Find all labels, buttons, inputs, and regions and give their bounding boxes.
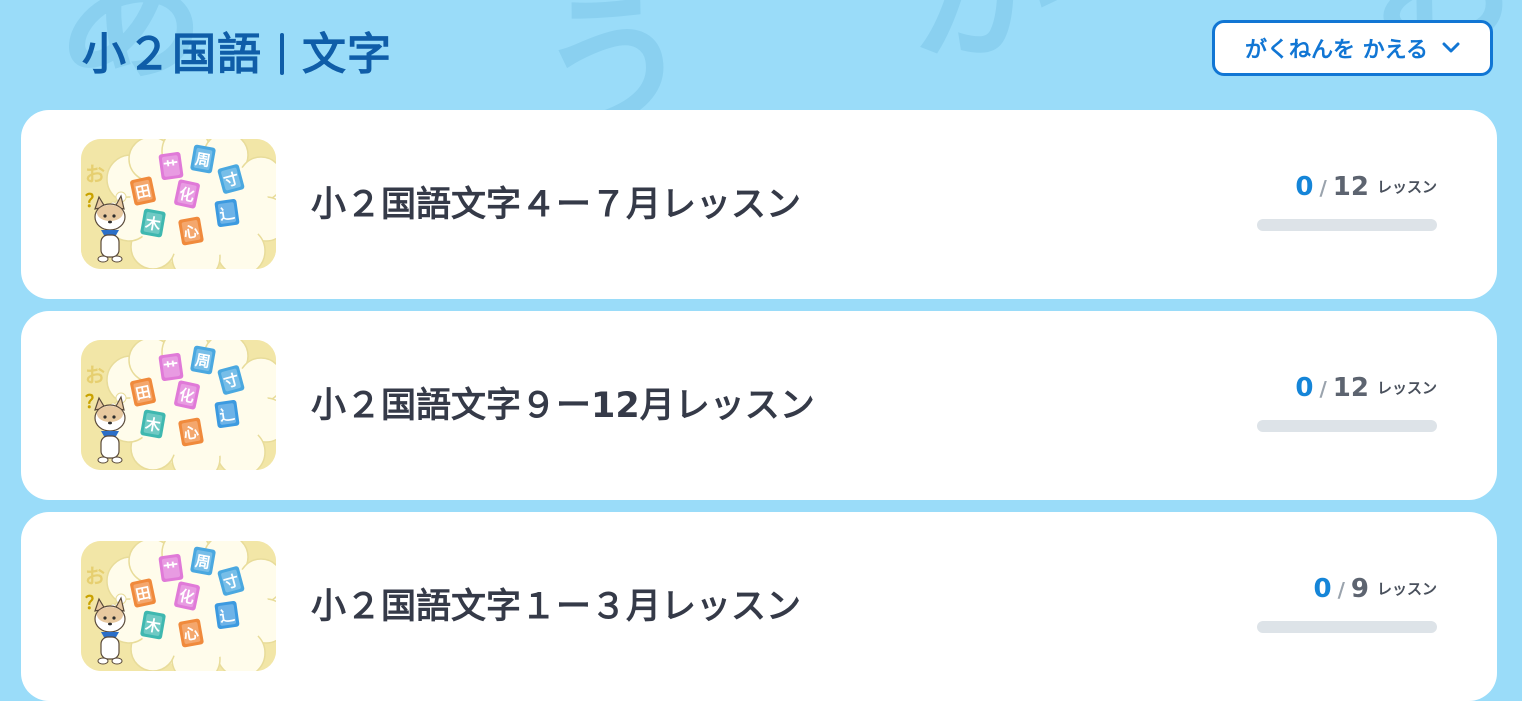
- lessons-done: 0: [1295, 172, 1314, 202]
- lessons-unit: レッスン: [1376, 178, 1437, 196]
- lessons-done: 0: [1295, 373, 1314, 403]
- progress-bar: [1257, 621, 1437, 633]
- course-title: 小２国語文字９ー12月レッスン: [311, 386, 815, 426]
- svg-text:周: 周: [194, 552, 212, 572]
- svg-text:辶: 辶: [218, 606, 235, 626]
- lessons-total: 12: [1332, 373, 1369, 403]
- course-thumbnail: お？田艹周寸化木心辶: [81, 139, 276, 269]
- svg-text:周: 周: [194, 150, 212, 170]
- page-title-category: 文字: [302, 29, 392, 80]
- lessons-total: 12: [1332, 172, 1369, 202]
- svg-text:艹: 艹: [162, 157, 179, 177]
- svg-text:周: 周: [194, 351, 212, 371]
- lessons-unit: レッスン: [1376, 379, 1437, 397]
- lessons-unit: レッスン: [1376, 580, 1437, 598]
- svg-text:艹: 艹: [162, 559, 179, 579]
- lesson-progress: 0/12 レッスン: [1257, 373, 1437, 432]
- lessons-done: 0: [1313, 574, 1332, 604]
- svg-text:お: お: [85, 363, 105, 387]
- change-grade-button[interactable]: がくねんを かえる: [1212, 20, 1493, 76]
- svg-text:艹: 艹: [162, 358, 179, 378]
- course-card[interactable]: お？田艹周寸化木心辶 小２国語文字９ー12月レッスン 0/12 レッスン: [21, 311, 1497, 500]
- page-title: 小２国語 文字: [82, 18, 392, 82]
- title-divider: [280, 33, 284, 75]
- svg-text:辶: 辶: [218, 405, 235, 425]
- page-header: 小２国語 文字 がくねんを かえる: [0, 0, 1522, 110]
- lessons-total: 9: [1350, 574, 1369, 604]
- course-thumbnail: お？田艹周寸化木心辶: [81, 340, 276, 470]
- course-card[interactable]: お？田艹周寸化木心辶 小２国語文字１ー３月レッスン 0/9 レッスン: [21, 512, 1497, 701]
- svg-text:お: お: [85, 162, 105, 186]
- lesson-progress: 0/12 レッスン: [1257, 172, 1437, 231]
- svg-text:心: 心: [182, 624, 200, 644]
- course-card[interactable]: お？田艹周寸化木心辶 小２国語文字４ー７月レッスン 0/12 レッスン: [21, 110, 1497, 299]
- svg-text:辶: 辶: [218, 204, 235, 224]
- lesson-progress: 0/9 レッスン: [1257, 574, 1437, 633]
- course-title: 小２国語文字１ー３月レッスン: [311, 587, 802, 627]
- change-grade-label: がくねんを かえる: [1245, 38, 1428, 63]
- progress-bar: [1257, 420, 1437, 432]
- svg-text:心: 心: [182, 423, 200, 443]
- page-title-subject: 小２国語: [82, 29, 262, 80]
- chevron-down-icon: [1442, 42, 1460, 54]
- progress-bar: [1257, 219, 1437, 231]
- svg-text:心: 心: [182, 222, 200, 242]
- course-title: 小２国語文字４ー７月レッスン: [311, 185, 802, 225]
- svg-text:お: お: [85, 564, 105, 588]
